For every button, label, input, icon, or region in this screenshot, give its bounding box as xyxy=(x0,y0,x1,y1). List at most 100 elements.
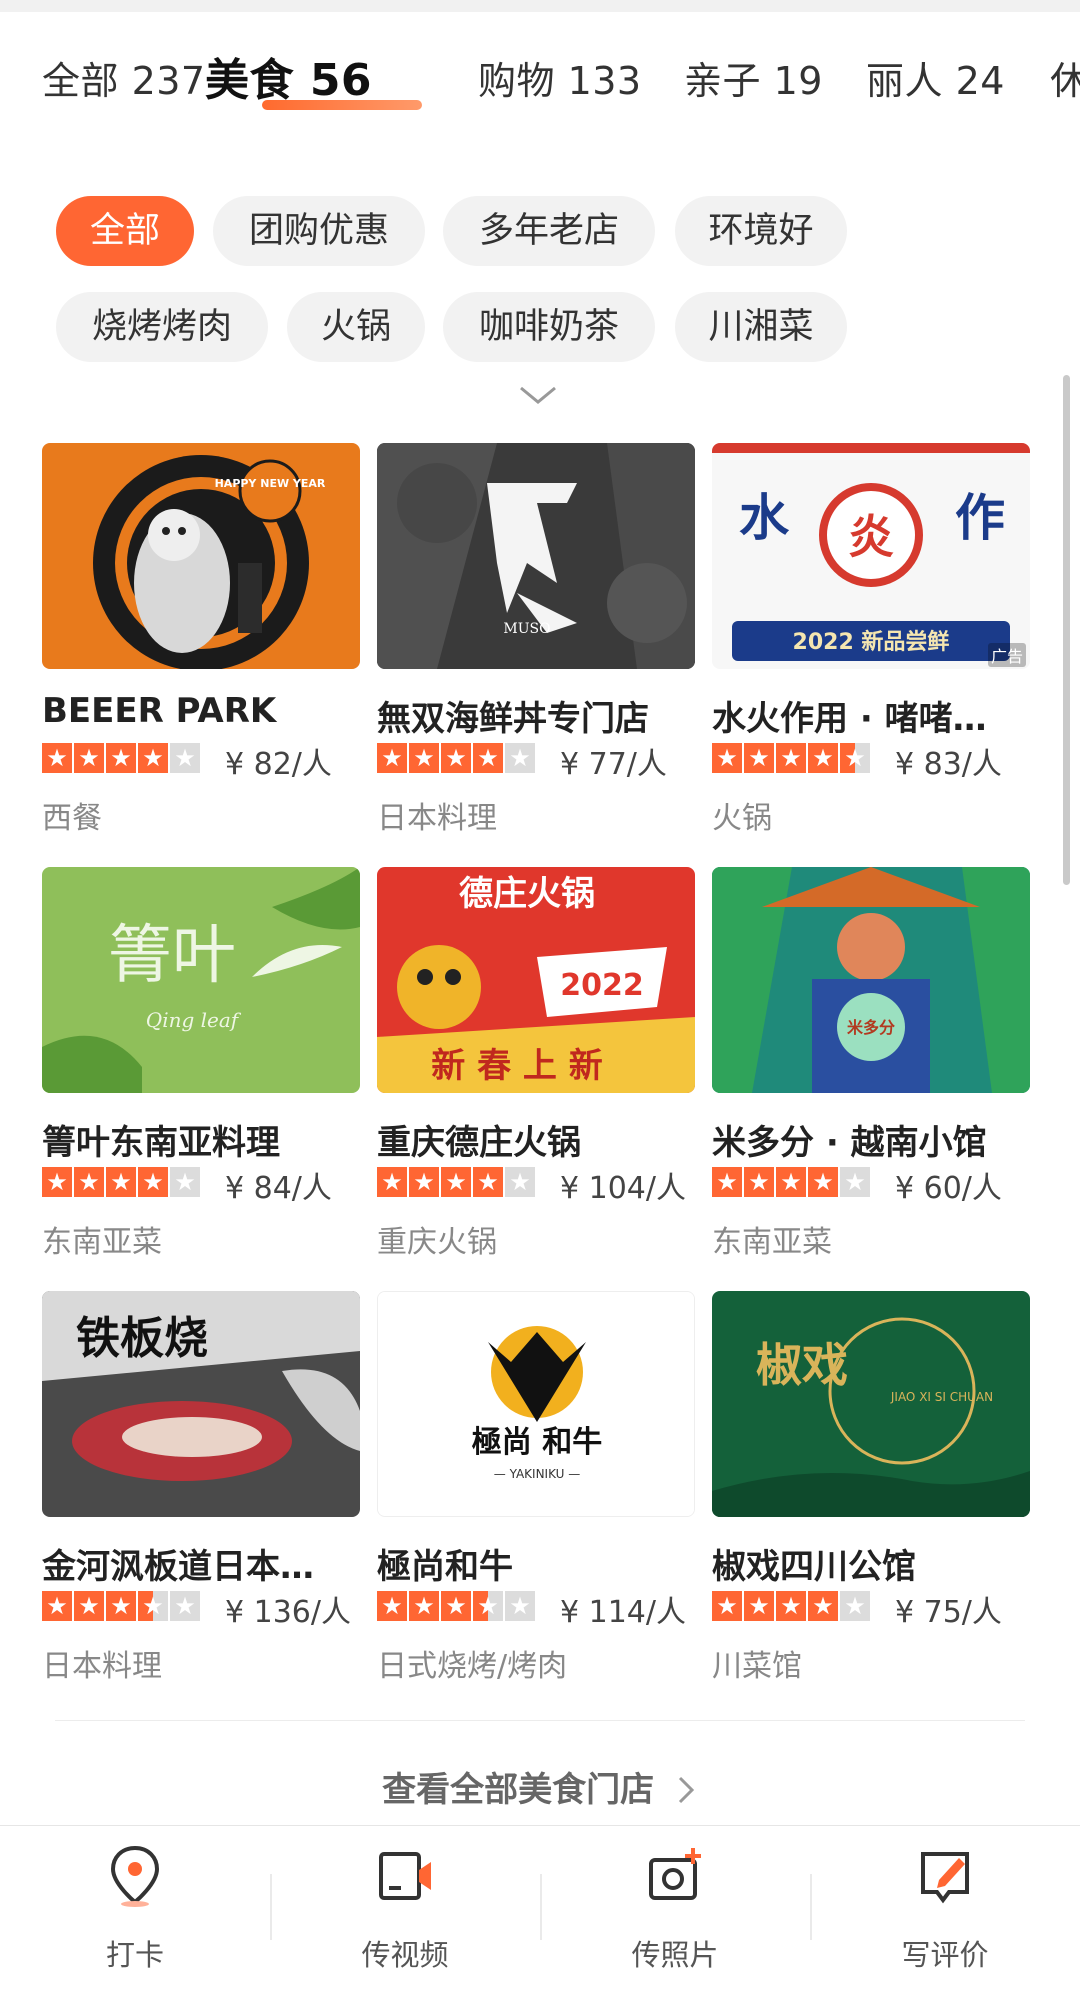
restaurant-name: 箐叶东南亚料理 xyxy=(42,1123,280,1163)
star-icon: ★ xyxy=(808,1167,838,1197)
star-icon: ★ xyxy=(170,1167,200,1197)
svg-text:水: 水 xyxy=(739,489,790,547)
star-icon: ★ xyxy=(744,743,774,773)
scrollbar[interactable] xyxy=(1063,375,1070,885)
rating-stars: ★ ★ ★ ★ ★ xyxy=(377,743,539,773)
tab-food[interactable]: 美食 56 xyxy=(205,44,372,108)
bottom-action-label: 传视频 xyxy=(361,1938,449,1972)
thumbnail-caption: 極尚 和牛 xyxy=(472,1425,602,1460)
filter-chip-nice-environment[interactable]: 环境好 xyxy=(675,196,847,266)
see-all-label: 查看全部美食门店 xyxy=(382,1770,655,1810)
price-per-person: ¥ 82/人 xyxy=(225,747,332,782)
chevron-down-icon[interactable] xyxy=(518,384,558,406)
svg-text:新 春 上 新: 新 春 上 新 xyxy=(431,1046,603,1086)
thumbnail-caption: 箐叶 xyxy=(108,919,236,993)
star-icon: ★ xyxy=(106,1167,136,1197)
star-icon: ★ xyxy=(377,743,407,773)
upload-video-button[interactable]: 传视频 xyxy=(305,1844,505,1994)
star-icon: ★ xyxy=(840,1591,870,1621)
restaurant-name: 重庆德庄火锅 xyxy=(377,1123,581,1163)
tab-parent-child[interactable]: 亲子 19 xyxy=(684,50,823,105)
star-icon: ★ xyxy=(808,1591,838,1621)
restaurant-card[interactable]: 铁板烧 金河沨板道日本… ★ ★ ★ ★ ★ ¥ 136/人 日本料理 xyxy=(42,1291,360,1691)
restaurant-card[interactable]: 米多分 米多分 · 越南小馆 ★ ★ ★ ★ ★ ¥ 60/人 东南亚菜 xyxy=(712,867,1030,1267)
restaurant-category: 日本料理 xyxy=(377,801,497,836)
tab-all[interactable]: 全部 237 xyxy=(42,50,206,105)
filter-chip-bbq[interactable]: 烧烤烤肉 xyxy=(56,292,268,362)
star-icon: ★ xyxy=(106,1591,136,1621)
bottom-action-label: 传照片 xyxy=(631,1938,719,1972)
star-icon: ★ xyxy=(840,743,870,773)
price-per-person: ¥ 77/人 xyxy=(560,747,667,782)
restaurant-card[interactable]: 極尚 和牛 — YAKINIKU — 極尚和牛 ★ ★ ★ ★ ★ ¥ 114/人 日式… xyxy=(377,1291,695,1691)
tab-beauty[interactable]: 丽人 24 xyxy=(866,50,1005,105)
restaurant-card[interactable]: MUSO 無双海鲜丼专门店 ★ ★ ★ ★ ★ ¥ 77/人 日本料理 xyxy=(377,443,695,843)
star-icon: ★ xyxy=(409,1591,439,1621)
restaurant-card[interactable]: 炎 水 作 2022 新品尝鲜 广告 水火作用 · 啫啫… ★ ★ ★ ★ ★ ¥ 83… xyxy=(712,443,1030,843)
price-per-person: ¥ 83/人 xyxy=(895,747,1002,782)
star-icon: ★ xyxy=(42,1591,72,1621)
star-icon: ★ xyxy=(473,1591,503,1621)
restaurant-category: 火锅 xyxy=(712,801,772,836)
restaurant-category: 日式烧烤/烤肉 xyxy=(377,1649,568,1684)
restaurant-category: 重庆火锅 xyxy=(377,1225,497,1260)
star-icon: ★ xyxy=(409,743,439,773)
star-icon: ★ xyxy=(74,1591,104,1621)
restaurant-name: 極尚和牛 xyxy=(377,1547,513,1587)
restaurant-card[interactable]: 箐叶 Qing leaf 箐叶东南亚料理 ★ ★ ★ ★ ★ ¥ 84/人 东南亚菜 xyxy=(42,867,360,1267)
star-icon: ★ xyxy=(74,1167,104,1197)
restaurant-category: 日本料理 xyxy=(42,1649,162,1684)
active-tab-indicator xyxy=(262,100,422,110)
filter-chip-all[interactable]: 全部 xyxy=(56,196,194,266)
restaurant-name: 水火作用 · 啫啫… xyxy=(712,699,987,739)
restaurant-card[interactable]: HAPPY NEW YEAR BEEER PARK ★ ★ ★ ★ ★ ¥ 82/人 西… xyxy=(42,443,360,843)
category-tabs: 全部 237 美食 56 购物 133 亲子 19 丽人 24 休 xyxy=(0,12,1080,141)
photo-upload-icon xyxy=(649,1848,701,1900)
star-icon: ★ xyxy=(744,1167,774,1197)
star-icon: ★ xyxy=(138,743,168,773)
rating-stars: ★ ★ ★ ★ ★ xyxy=(712,1591,874,1621)
filter-chip-coffee-tea[interactable]: 咖啡奶茶 xyxy=(443,292,655,362)
video-upload-icon xyxy=(379,1852,431,1900)
chevron-right-icon xyxy=(678,1776,695,1804)
restaurant-name: 金河沨板道日本… xyxy=(42,1547,314,1587)
location-pin-icon xyxy=(110,1845,160,1907)
thumbnail-caption: 德庄火锅 xyxy=(459,874,595,914)
restaurant-thumbnail: 炎 水 作 2022 新品尝鲜 广告 xyxy=(712,443,1030,669)
star-icon: ★ xyxy=(441,743,471,773)
restaurant-category: 川菜馆 xyxy=(712,1649,802,1684)
star-icon: ★ xyxy=(170,1591,200,1621)
svg-text:JIAO XI SI CHUAN: JIAO XI SI CHUAN xyxy=(890,1390,993,1404)
thumbnail-caption: 米多分 xyxy=(847,1018,895,1037)
star-icon: ★ xyxy=(42,743,72,773)
checkin-button[interactable]: 打卡 xyxy=(35,1844,235,1994)
filter-chip-group-deal[interactable]: 团购优惠 xyxy=(213,196,425,266)
filter-chip-hotpot[interactable]: 火锅 xyxy=(287,292,425,362)
star-icon: ★ xyxy=(505,1591,535,1621)
tab-leisure[interactable]: 休 xyxy=(1050,50,1080,105)
thumbnail-caption: 2022 新品尝鲜 xyxy=(793,629,950,655)
upload-photo-button[interactable]: 传照片 xyxy=(575,1844,775,1994)
svg-text:Qing leaf: Qing leaf xyxy=(146,1008,242,1032)
see-all-food-link[interactable]: 查看全部美食门店 xyxy=(0,1762,1080,1811)
svg-text:2022: 2022 xyxy=(560,968,644,1003)
restaurant-thumbnail: 米多分 xyxy=(712,867,1030,1093)
restaurant-category: 东南亚菜 xyxy=(712,1225,832,1260)
star-icon: ★ xyxy=(441,1591,471,1621)
restaurant-card[interactable]: 德庄火锅 2022 新 春 上 新 重庆德庄火锅 ★ ★ ★ ★ ★ ¥ 104/人 重… xyxy=(377,867,695,1267)
star-icon: ★ xyxy=(170,743,200,773)
restaurant-card[interactable]: 椒戏 JIAO XI SI CHUAN 椒戏四川公馆 ★ ★ ★ ★ ★ ¥ 75/人 … xyxy=(712,1291,1030,1691)
filter-chip-sichuan-hunan[interactable]: 川湘菜 xyxy=(675,292,847,362)
svg-text:炎: 炎 xyxy=(848,510,894,564)
separator xyxy=(810,1874,812,1940)
separator xyxy=(540,1874,542,1940)
restaurant-name: 椒戏四川公馆 xyxy=(712,1547,916,1587)
filter-chip-old-shop[interactable]: 多年老店 xyxy=(443,196,655,266)
separator xyxy=(270,1874,272,1940)
restaurant-thumbnail: MUSO xyxy=(377,443,695,669)
tab-shopping[interactable]: 购物 133 xyxy=(478,50,642,105)
thumbnail-caption: MUSO xyxy=(503,621,550,637)
write-review-button[interactable]: 写评价 xyxy=(845,1844,1045,1994)
star-icon: ★ xyxy=(712,743,742,773)
star-icon: ★ xyxy=(473,743,503,773)
